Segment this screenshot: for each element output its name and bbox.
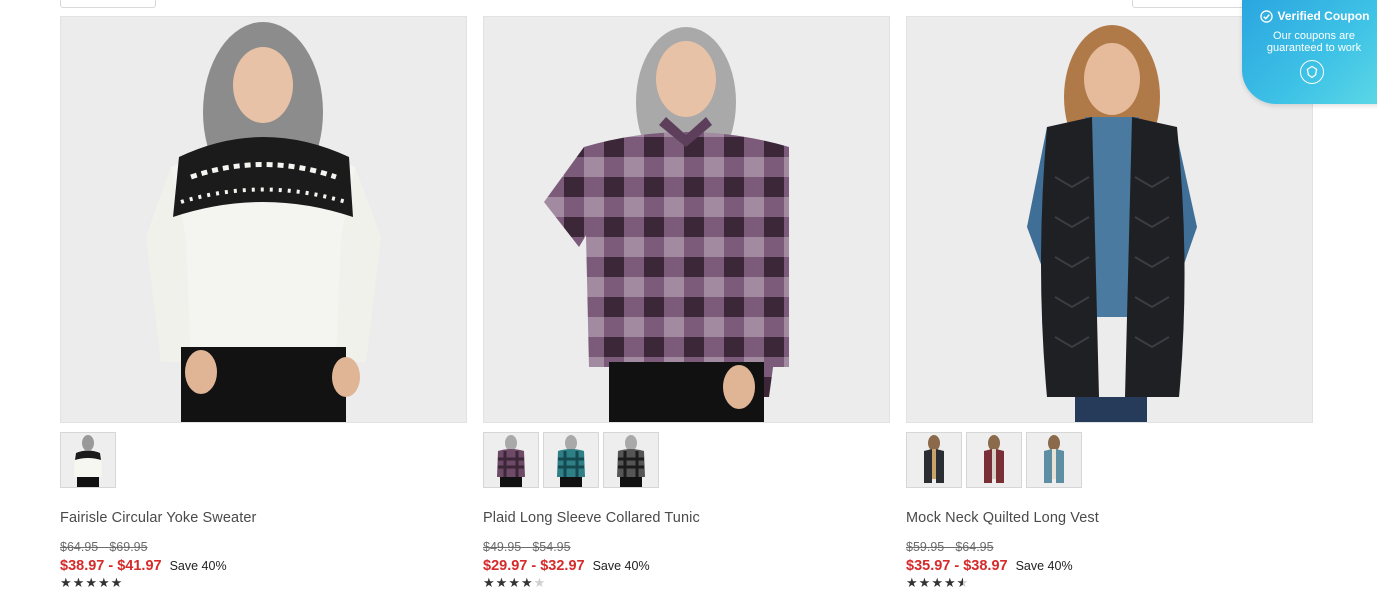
verified-coupon-badge[interactable]: Verified Coupon Our coupons are guarante… (1242, 0, 1377, 104)
swatch-black-vest[interactable] (906, 432, 962, 488)
product-image[interactable] (483, 16, 890, 423)
star-icon: ★ (906, 575, 919, 590)
star-icon: ★ (931, 575, 944, 590)
save-badge: Save 40% (169, 559, 227, 573)
product-title[interactable]: Fairisle Circular Yoke Sweater (60, 510, 467, 528)
product-title[interactable]: Mock Neck Quilted Long Vest (906, 510, 1313, 528)
star-icon: ★ (85, 575, 98, 590)
shield-check-icon[interactable] (1300, 60, 1324, 84)
star-icon: ★ (508, 575, 521, 590)
product-image[interactable] (60, 16, 467, 423)
star-icon: ★ (918, 575, 932, 590)
model-sweater-image (61, 17, 466, 422)
original-price: $59.95 - $64.95 (906, 540, 994, 554)
swatch-purple-plaid[interactable] (483, 432, 539, 488)
star-icon: ★ (483, 575, 496, 590)
check-circle-icon (1260, 9, 1274, 23)
save-badge: Save 40% (592, 559, 650, 573)
swatch-white-fairisle[interactable] (60, 432, 116, 488)
coupon-title: Verified Coupon (1277, 9, 1370, 23)
star-rating: ★★★★★ (483, 576, 890, 590)
sort-dropdown-edge[interactable] (60, 0, 156, 8)
sale-price: $29.97 - $32.97 (483, 558, 585, 574)
coupon-subtitle-line1: Our coupons are (1273, 30, 1355, 42)
coupon-subtitle: Our coupons are guaranteed to work (1242, 30, 1377, 54)
star-icon: ★ (110, 575, 124, 590)
star-icon: ★ (943, 575, 957, 590)
star-icon: ★ (520, 575, 534, 590)
product-card-fairisle-sweater[interactable]: Fairisle Circular Yoke Sweater $64.95 - … (60, 16, 467, 590)
swatch-black-plaid[interactable] (603, 432, 659, 488)
swatch-burgundy-vest[interactable] (966, 432, 1022, 488)
star-rating: ★★★★★ (60, 576, 467, 590)
sale-price: $38.97 - $41.97 (60, 558, 162, 574)
half-star-icon: ★ (957, 576, 970, 591)
product-title[interactable]: Plaid Long Sleeve Collared Tunic (483, 510, 890, 528)
star-icon: ★ (495, 575, 509, 590)
star-icon: ★ (72, 575, 86, 590)
swatch-teal-vest[interactable] (1026, 432, 1082, 488)
color-swatches (483, 432, 890, 488)
star-rating: ★★★★★ (906, 575, 1313, 591)
product-card-quilted-vest[interactable]: Mock Neck Quilted Long Vest $59.95 - $64… (906, 16, 1313, 590)
coupon-subtitle-line2: guaranteed to work (1266, 42, 1362, 54)
color-swatches (906, 432, 1313, 488)
original-price: $49.95 - $54.95 (483, 540, 571, 554)
star-icon: ★ (97, 575, 111, 590)
sale-price: $35.97 - $38.97 (906, 558, 1008, 574)
swatch-teal-plaid[interactable] (543, 432, 599, 488)
star-icon: ★ (60, 575, 73, 590)
model-plaid-tunic-image (484, 17, 889, 422)
save-badge: Save 40% (1015, 559, 1073, 573)
color-swatches (60, 432, 467, 488)
original-price: $64.95 - $69.95 (60, 540, 148, 554)
product-card-plaid-tunic[interactable]: Plaid Long Sleeve Collared Tunic $49.95 … (483, 16, 890, 590)
star-icon: ★ (533, 575, 547, 590)
